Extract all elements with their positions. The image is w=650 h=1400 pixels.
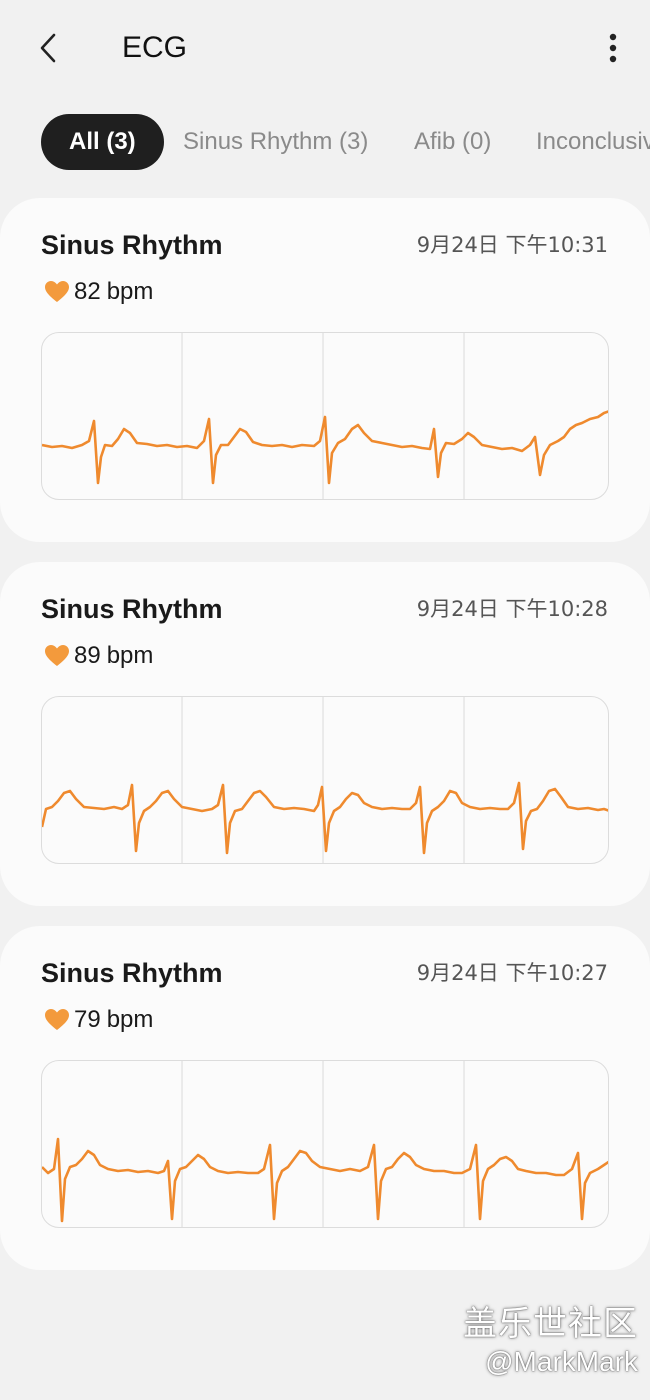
page-title: ECG	[122, 31, 188, 64]
heart-icon	[45, 281, 69, 302]
ecg-record-card[interactable]: Sinus Rhythm 9月24日 下午10:27 79 bpm	[0, 926, 650, 1270]
record-time: 9月24日 下午10:31	[416, 233, 608, 257]
heart-icon	[45, 645, 69, 666]
ecg-record-card[interactable]: Sinus Rhythm 9月24日 下午10:28 89 bpm	[0, 562, 650, 906]
bpm-unit: bpm	[106, 278, 154, 305]
heart-rate: 79 bpm	[44, 1004, 153, 1036]
bpm-unit: bpm	[106, 642, 154, 669]
heart-icon	[45, 1009, 69, 1030]
record-title: Sinus Rhythm	[41, 230, 223, 260]
tab-all[interactable]: All (3)	[41, 114, 164, 170]
bpm-value: 82	[74, 278, 101, 305]
record-time: 9月24日 下午10:27	[416, 961, 608, 985]
ecg-waveform-preview	[41, 1060, 609, 1228]
record-title: Sinus Rhythm	[41, 958, 223, 988]
heart-rate: 82 bpm	[44, 276, 153, 308]
ecg-waveform-preview	[41, 696, 609, 864]
back-button[interactable]	[30, 28, 66, 68]
watermark-community: 盖乐世社区	[463, 1305, 638, 1343]
more-options-button[interactable]	[596, 28, 630, 68]
app-header: ECG	[0, 0, 650, 96]
heart-rate: 89 bpm	[44, 640, 153, 672]
tab-sinus-rhythm[interactable]: Sinus Rhythm (3)	[183, 114, 368, 170]
bpm-value: 89	[74, 642, 101, 669]
ecg-record-card[interactable]: Sinus Rhythm 9月24日 下午10:31 82 bpm	[0, 198, 650, 542]
more-vertical-icon	[609, 33, 617, 63]
record-title: Sinus Rhythm	[41, 594, 223, 624]
ecg-waveform-preview	[41, 332, 609, 500]
ecg-trace	[42, 1137, 608, 1223]
ecg-trace	[42, 781, 608, 855]
tab-inconclusive[interactable]: Inconclusive	[536, 114, 650, 170]
watermark-user: @MarkMark	[485, 1346, 638, 1377]
record-time: 9月24日 下午10:28	[416, 597, 608, 621]
bpm-value: 79	[74, 1006, 101, 1033]
ecg-trace	[42, 410, 608, 485]
filter-tabs: All (3) Sinus Rhythm (3) Afib (0) Inconc…	[0, 114, 650, 172]
tab-afib[interactable]: Afib (0)	[414, 114, 491, 170]
back-arrow-icon	[40, 33, 56, 63]
bpm-unit: bpm	[106, 1006, 154, 1033]
